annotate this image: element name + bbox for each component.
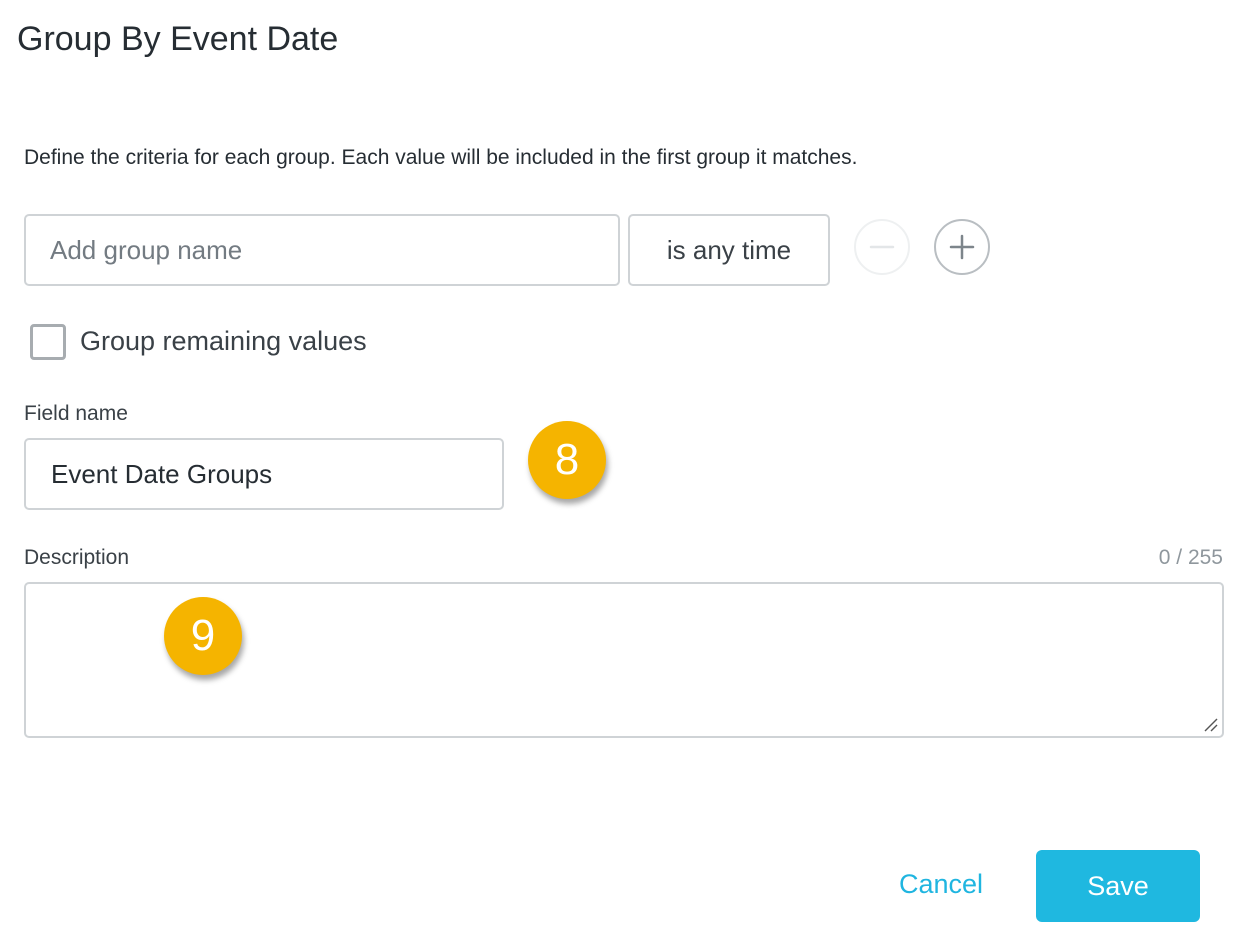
group-remaining-checkbox[interactable] xyxy=(30,324,66,360)
description-label: Description xyxy=(24,546,130,569)
remove-group-button[interactable] xyxy=(854,219,910,275)
cancel-button[interactable]: Cancel xyxy=(899,869,983,900)
instructions-text: Define the criteria for each group. Each… xyxy=(24,146,858,169)
group-by-dialog: Group By Event Date Define the criteria … xyxy=(0,0,1254,940)
group-remaining-label[interactable]: Group remaining values xyxy=(80,326,367,357)
condition-dropdown[interactable]: is any time xyxy=(628,214,830,286)
minus-circle-icon xyxy=(869,245,895,249)
step-badge: 8 xyxy=(528,421,606,499)
plus-circle-icon xyxy=(949,234,975,260)
add-group-button[interactable] xyxy=(934,219,990,275)
group-name-input[interactable] xyxy=(24,214,620,286)
step-badge: 9 xyxy=(164,597,242,675)
resize-handle-icon[interactable] xyxy=(1202,716,1218,732)
char-counter: 0 / 255 xyxy=(1158,546,1223,569)
save-button[interactable]: Save xyxy=(1036,850,1200,922)
field-name-label: Field name xyxy=(24,402,128,425)
condition-label: is any time xyxy=(666,234,792,265)
field-name-input[interactable] xyxy=(24,438,504,510)
dialog-title: Group By Event Date xyxy=(17,20,339,58)
